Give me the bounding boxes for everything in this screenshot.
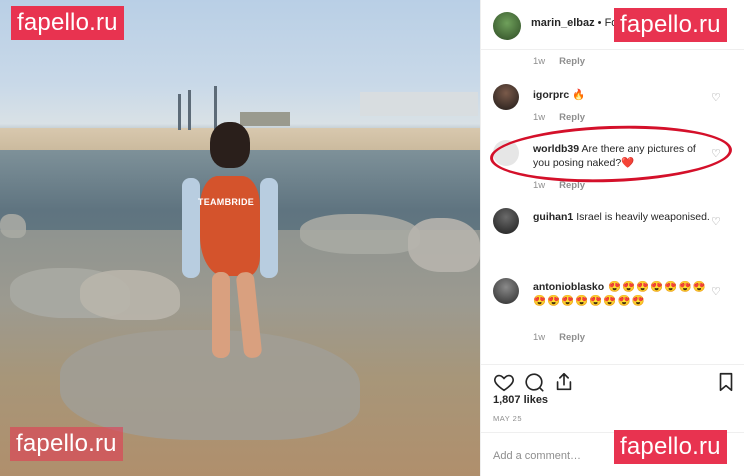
comment-meta: 1w Reply [533,56,586,67]
reply-link[interactable]: Reply [559,56,585,67]
photo-person [182,122,278,362]
post-sidebar: marin_elbaz • Fo 1w Reply igorprc 🔥 ♡ 1w R… [480,0,744,476]
heart-icon[interactable] [493,371,515,393]
watermark: fapello.ru [10,427,123,461]
like-count[interactable]: 1,807 likes [493,394,548,406]
watermark: fapello.ru [614,8,727,42]
avatar[interactable] [493,278,519,304]
comment-meta: 1w Reply [533,332,586,343]
comment-text: igorprc 🔥 [533,89,586,101]
photo-crane [178,94,181,130]
comment-text: guihan1 Israel is heavily weaponised. [533,211,710,223]
avatar[interactable] [493,208,519,234]
watermark: fapello.ru [11,6,124,40]
post-date: MAY 25 [493,414,522,423]
comment-user[interactable]: antonioblasko [533,281,604,293]
watermark: fapello.ru [614,430,727,464]
like-comment-icon[interactable]: ♡ [711,92,723,104]
share-icon[interactable] [553,371,575,393]
comment-user[interactable]: guihan1 [533,211,573,223]
action-bar [481,364,744,394]
reply-link[interactable]: Reply [559,332,585,343]
photo-building [360,92,478,116]
photo-rock [408,218,480,272]
bookmark-icon[interactable] [715,371,737,393]
like-comment-icon[interactable]: ♡ [711,216,723,228]
photo-rock [80,270,180,320]
post-author[interactable]: marin_elbaz • Fo [531,17,617,29]
reply-link[interactable]: Reply [559,112,585,123]
comment-icon[interactable] [523,371,545,393]
comment-meta: 1w Reply [533,112,586,123]
photo-rock [300,214,420,254]
avatar[interactable] [493,12,521,40]
post-photo[interactable]: TEAMBRIDE [0,0,480,476]
photo-rock [0,214,26,238]
comment-text: antonioblasko 😍😍😍😍😍😍😍😍😍😍😍😍😍😍😍 [533,281,707,307]
like-comment-icon[interactable]: ♡ [711,286,723,298]
comment-input[interactable]: Add a comment… [493,450,581,462]
swimsuit-text: TEAMBRIDE [197,197,255,207]
comment-user[interactable]: igorprc [533,89,569,101]
avatar[interactable] [493,84,519,110]
photo-crane [188,90,191,130]
